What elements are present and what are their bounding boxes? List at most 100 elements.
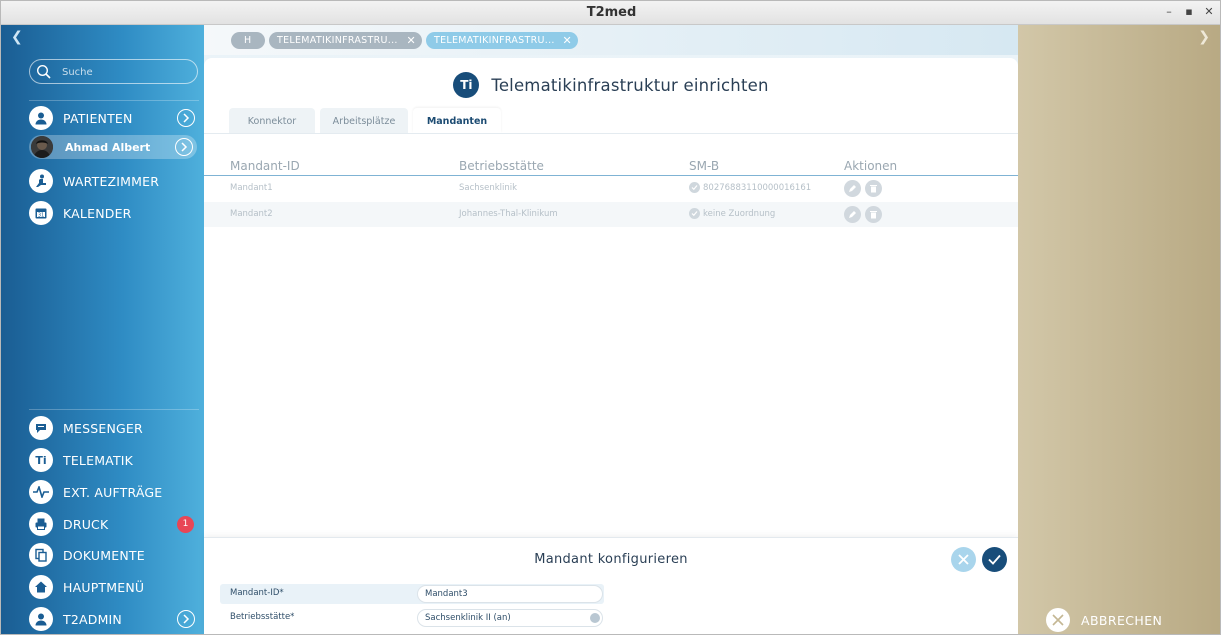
chevron-right-icon[interactable] [175, 138, 193, 156]
column-header-aktionen: Aktionen [844, 159, 898, 173]
column-header-betriebsstaette[interactable]: Betriebsstätte [459, 159, 544, 173]
field-row-mandant-id: Mandant-ID* [220, 584, 604, 604]
admin-person-icon [29, 607, 53, 631]
sidebar-item-telematik[interactable]: Ti TELEMATIK [29, 448, 199, 472]
check-icon [689, 182, 700, 193]
sidebar-item-label: T2ADMIN [63, 611, 122, 627]
app-window: T2med – ▪ ✕ ❮ PATIENTEN [0, 0, 1221, 635]
svg-text:31: 31 [38, 213, 44, 219]
delete-icon[interactable] [865, 206, 882, 223]
collapse-left-icon[interactable]: ❮ [11, 29, 23, 45]
tab-telematik-2[interactable]: TELEMATIKINFRASTRU... ✕ [426, 32, 578, 49]
calendar-icon: 31 [29, 201, 53, 225]
column-header-smb[interactable]: SM-B [689, 159, 719, 173]
sidebar-item-label: PATIENTEN [63, 110, 133, 126]
right-panel: ❯ ABBRECHEN [1018, 25, 1220, 634]
collapse-right-icon[interactable]: ❯ [1198, 29, 1210, 45]
search-icon [36, 64, 51, 79]
column-header-mandant-id[interactable]: Mandant-ID [230, 159, 300, 173]
tab-home[interactable]: H [231, 32, 265, 49]
home-icon [29, 575, 53, 599]
print-count-badge: 1 [177, 516, 194, 533]
mandant-id-field[interactable] [417, 585, 603, 603]
close-icon [958, 554, 969, 565]
panel-header: Ti Telematikinfrastruktur einrichten [204, 72, 1018, 98]
pulse-icon [29, 480, 53, 504]
window-title: T2med [586, 5, 637, 20]
open-tabs-bar: H TELEMATIKINFRASTRU... ✕ TELEMATIKINFRA… [204, 25, 1018, 55]
field-label: Mandant-ID* [230, 588, 284, 598]
telematik-panel: Ti Telematikinfrastruktur einrichten Kon… [204, 58, 1018, 538]
person-icon [29, 106, 53, 130]
cell-smb: 80276883110000016161 [703, 183, 812, 193]
check-icon [988, 554, 1001, 565]
delete-icon[interactable] [865, 180, 882, 197]
sidebar-item-main-menu[interactable]: HAUPTMENÜ [29, 575, 199, 599]
current-patient[interactable]: Ahmad Albert [29, 135, 197, 159]
sidebar-item-patients[interactable]: PATIENTEN [29, 106, 199, 130]
search-box[interactable] [29, 59, 198, 84]
dropdown-icon[interactable] [590, 613, 600, 623]
waiting-room-icon [29, 169, 53, 193]
tab-label: H [244, 35, 252, 46]
main-area: H TELEMATIKINFRASTRU... ✕ TELEMATIKINFRA… [204, 25, 1018, 634]
table-row[interactable]: Mandant1 Sachsenklinik 80276883110000016… [204, 176, 1018, 201]
avatar [31, 136, 53, 158]
field-label: Betriebsstätte* [230, 612, 295, 622]
printer-icon [29, 512, 53, 536]
chevron-right-icon[interactable] [177, 109, 195, 127]
config-title: Mandant konfigurieren [534, 552, 688, 567]
sidebar-item-label: DRUCK [63, 516, 109, 532]
sidebar-item-label: HAUPTMENÜ [63, 579, 145, 595]
close-icon [1046, 608, 1070, 632]
chat-icon [29, 416, 53, 440]
sidebar-item-messenger[interactable]: MESSENGER [29, 416, 199, 440]
confirm-button[interactable] [982, 547, 1007, 572]
abort-label: ABBRECHEN [1081, 612, 1163, 628]
edit-icon[interactable] [844, 180, 861, 197]
close-window-button[interactable]: ✕ [1201, 4, 1217, 20]
sidebar: ❮ PATIENTEN Ahmad Albert [1, 25, 204, 634]
site-select[interactable] [417, 609, 603, 627]
tab-telematik-1[interactable]: TELEMATIKINFRASTRU... ✕ [269, 32, 422, 49]
tab-label: TELEMATIKINFRASTRU... [277, 35, 398, 46]
minimize-button[interactable]: – [1161, 4, 1177, 20]
field-row-site: Betriebsstätte* [220, 608, 604, 628]
page-title: Telematikinfrastruktur einrichten [491, 75, 769, 95]
documents-icon [29, 543, 53, 567]
edit-icon[interactable] [844, 206, 861, 223]
sidebar-item-documents[interactable]: DOKUMENTE [29, 543, 199, 567]
sidebar-item-waiting-room[interactable]: WARTEZIMMER [29, 169, 199, 193]
maximize-button[interactable]: ▪ [1181, 4, 1197, 20]
search-input[interactable] [62, 64, 192, 80]
close-tab-icon[interactable]: ✕ [562, 32, 572, 49]
sidebar-item-t2admin[interactable]: T2ADMIN [29, 607, 199, 631]
abort-button[interactable]: ABBRECHEN [1046, 608, 1162, 632]
cell-smb: keine Zuordnung [703, 209, 776, 219]
tab-konnektor[interactable]: Konnektor [229, 108, 315, 133]
sidebar-item-print[interactable]: DRUCK [29, 512, 199, 536]
sidebar-item-calendar[interactable]: 31 KALENDER [29, 201, 199, 225]
sidebar-item-ext-orders[interactable]: EXT. AUFTRÄGE [29, 480, 199, 504]
chevron-right-icon[interactable] [177, 610, 195, 628]
cancel-button[interactable] [951, 547, 976, 572]
sidebar-item-label: MESSENGER [63, 420, 143, 436]
cell-site: Johannes-Thal-Klinikum [459, 209, 558, 219]
close-tab-icon[interactable]: ✕ [406, 32, 416, 49]
sidebar-item-label: TELEMATIK [63, 452, 134, 468]
table-row[interactable]: Mandant2 Johannes-Thal-Klinikum keine Zu… [204, 202, 1018, 227]
tab-arbeitsplaetze[interactable]: Arbeitsplätze [320, 108, 408, 133]
patient-name: Ahmad Albert [65, 140, 151, 154]
telematik-icon: Ti [29, 448, 53, 472]
telematik-icon: Ti [453, 72, 480, 98]
sidebar-item-label: EXT. AUFTRÄGE [63, 484, 163, 500]
title-bar: T2med – ▪ ✕ [1, 1, 1220, 25]
sidebar-divider [29, 100, 199, 101]
cell-mandant-id: Mandant2 [230, 209, 273, 219]
sidebar-divider [29, 409, 199, 410]
check-icon [689, 208, 700, 219]
configure-mandant-panel: Mandant konfigurieren Mandant-ID* Betrie… [204, 537, 1018, 634]
cell-site: Sachsenklinik [459, 183, 518, 193]
tab-mandanten[interactable]: Mandanten [413, 108, 501, 133]
tab-divider [204, 133, 1018, 134]
